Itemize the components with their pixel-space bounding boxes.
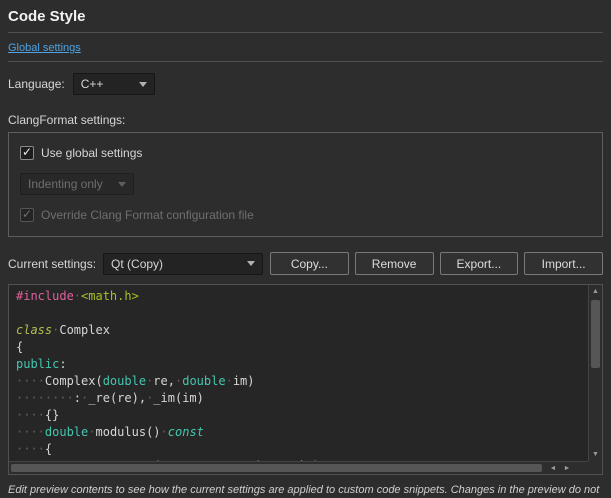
override-config-label: Override Clang Format configuration file [41,208,254,222]
preview-hint-text: Edit preview contents to see how the cur… [8,483,603,498]
horizontal-scrollbar-thumb[interactable] [11,464,542,472]
scroll-right-button[interactable]: ► [560,462,574,474]
language-selected-value: C++ [81,77,104,91]
copy-button[interactable]: Copy... [270,252,349,275]
scroll-up-button[interactable]: ▲ [589,285,602,298]
mode-selected-value: Indenting only [28,177,103,191]
settings-buttons: Copy... Remove Export...Import... [270,252,603,275]
code-line: { [16,339,581,356]
code-line: ····{} [16,407,581,424]
language-combobox[interactable]: C++ [73,73,155,95]
link-separator [8,61,603,62]
code-line: public: [16,356,581,373]
checkmark-icon: ✓ [22,146,32,158]
chevron-down-icon [247,261,255,266]
code-line: ····{ [16,441,581,458]
checkbox-box: ✓ [20,208,34,222]
code-editor[interactable]: #include·<math.h> class·Complex{public:·… [9,285,588,461]
clangformat-mode-combobox[interactable]: Indenting only [20,173,134,195]
export-button[interactable]: Export... [440,252,519,275]
code-style-settings-page: Code Style Global settings Language: C++… [0,0,611,498]
title-separator [8,32,603,33]
clangformat-groupbox: ✓ Use global settings Indenting only ✓ O… [8,132,603,237]
checkbox-box: ✓ [20,146,34,160]
global-settings-link[interactable]: Global settings [8,42,81,54]
current-settings-combobox[interactable]: Qt (Copy) [103,253,263,275]
page-title: Code Style [8,8,603,25]
current-settings-label: Current settings: [8,257,96,271]
vertical-scrollbar-thumb[interactable] [591,300,600,368]
vertical-scrollbar[interactable]: ▲ ▼ [588,285,602,461]
use-global-settings-checkbox[interactable]: ✓ Use global settings [20,146,591,160]
code-line: ········:·_re(re),·_im(im) [16,390,581,407]
code-line: #include·<math.h> [16,288,581,305]
current-settings-selected-value: Qt (Copy) [111,257,163,271]
horizontal-scrollbar[interactable]: ◄ ► [9,461,588,474]
import-button[interactable]: Import... [524,252,603,275]
override-config-checkbox[interactable]: ✓ Override Clang Format configuration fi… [20,208,591,222]
code-line: ····Complex(double·re,·double·im) [16,373,581,390]
chevron-down-icon [118,182,126,187]
code-preview-editor: #include·<math.h> class·Complex{public:·… [8,284,603,475]
code-line [16,305,581,322]
code-line: ····double·modulus()·const [16,424,581,441]
language-label: Language: [8,77,65,91]
remove-button[interactable]: Remove [355,252,434,275]
scrollbar-corner [588,461,602,474]
chevron-down-icon [139,82,147,87]
scroll-down-button[interactable]: ▼ [589,448,602,461]
scroll-left-button[interactable]: ◄ [546,462,560,474]
use-global-settings-label: Use global settings [41,146,142,160]
clangformat-section-label: ClangFormat settings: [8,113,603,127]
code-line: class·Complex [16,322,581,339]
checkmark-icon: ✓ [22,208,32,220]
